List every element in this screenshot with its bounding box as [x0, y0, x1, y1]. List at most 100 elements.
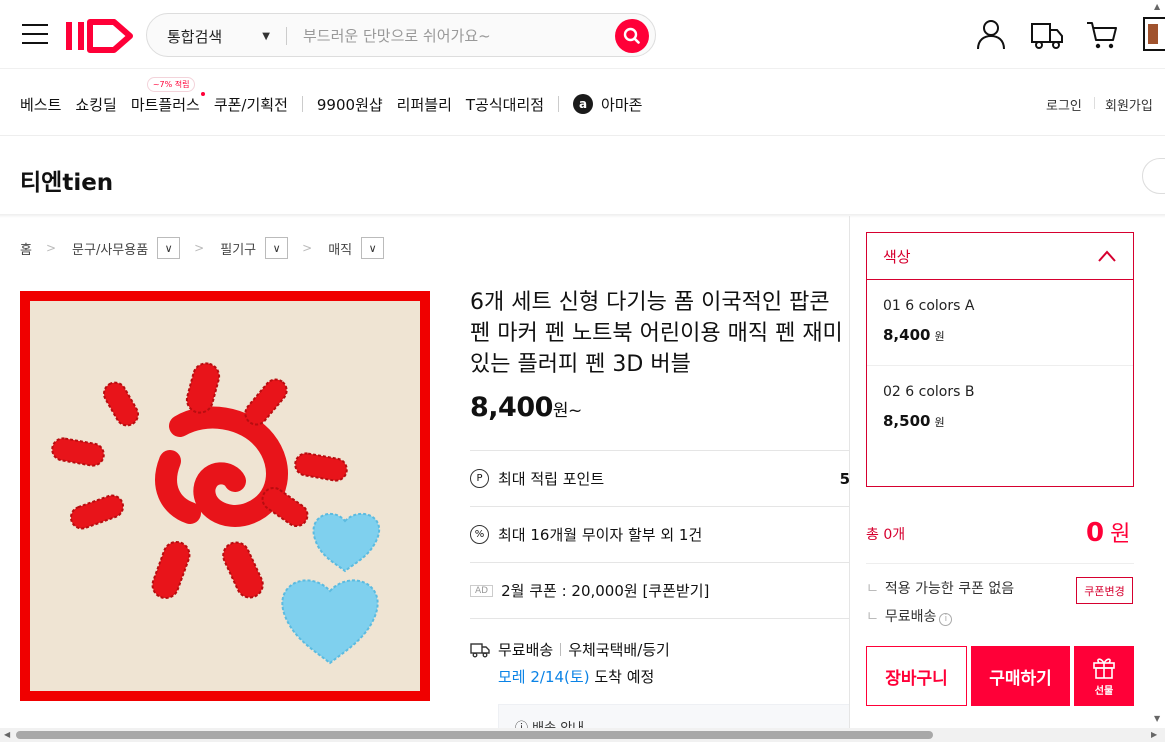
- scroll-left-arrow-icon[interactable]: ◀: [4, 730, 10, 739]
- divider: [0, 135, 1165, 136]
- recent-item-thumbnail[interactable]: [1142, 16, 1165, 52]
- gift-icon: [1093, 658, 1115, 679]
- total-price: 0원: [1086, 516, 1130, 548]
- coupon-text[interactable]: 2월 쿠폰 : 20,000원 [쿠폰받기]: [501, 580, 709, 601]
- search-button[interactable]: [615, 19, 649, 53]
- scroll-right-arrow-icon[interactable]: ▶: [1151, 730, 1157, 739]
- max-point-label: 최대 적립 포인트: [498, 470, 605, 488]
- search-category-select[interactable]: 통합검색 ▼: [167, 26, 270, 47]
- option-name: 02 6 colors B: [883, 384, 975, 400]
- nav-item-9900-shop[interactable]: 9900원샵: [317, 94, 383, 115]
- scroll-down-arrow-icon[interactable]: ▼: [1154, 714, 1160, 723]
- option-price-unit: 원: [934, 416, 945, 429]
- divider: [0, 68, 1165, 69]
- nav-item-amazon-label: 아마존: [601, 95, 643, 114]
- option-item[interactable]: 01 6 colors A 8,400 원: [867, 280, 1133, 366]
- coupon-change-button[interactable]: 쿠폰변경: [1076, 577, 1133, 604]
- login-link[interactable]: 로그인: [1046, 95, 1082, 114]
- gift-button-label: 선물: [1094, 686, 1114, 697]
- nav-item-coupon[interactable]: 쿠폰/기획전: [214, 94, 288, 115]
- search-category-label: 통합검색: [167, 28, 223, 46]
- divider: [849, 216, 850, 742]
- mart-point-badge: ~7% 적립: [146, 76, 196, 92]
- buy-now-button[interactable]: 구매하기: [971, 646, 1070, 706]
- scrollbar-thumb[interactable]: [16, 731, 933, 739]
- scroll-up-arrow-icon[interactable]: ▲: [1154, 2, 1160, 11]
- truck-icon[interactable]: [1030, 20, 1064, 50]
- price-unit: 원~: [552, 401, 582, 421]
- nav-item-best[interactable]: 베스트: [20, 94, 61, 115]
- breadcrumb-home[interactable]: 홈: [20, 239, 32, 258]
- divider: [0, 214, 1165, 218]
- point-icon: P: [470, 469, 489, 488]
- product-photo: [30, 301, 420, 691]
- nav-divider: [558, 96, 560, 112]
- coupon-status: ㄴ 적용 가능한 쿠폰 없음: [866, 578, 1014, 598]
- chevron-down-icon[interactable]: ∨: [157, 237, 181, 259]
- new-dot: [200, 91, 205, 96]
- option-price-value: 8,500: [883, 412, 931, 430]
- breadcrumb: 홈 > 문구/사무용품 ∨ > 필기구 ∨ > 매직 ∨: [20, 237, 385, 259]
- option-select-box: 색상 01 6 colors A 8,400 원 02 6 colors B 8,…: [866, 232, 1134, 487]
- divider: [866, 563, 1134, 564]
- nav-item-refurbly[interactable]: 리퍼블리: [397, 94, 452, 115]
- ad-tag: AD: [470, 584, 494, 597]
- shipping-free-label: 무료배송: [498, 641, 554, 659]
- product-title: 6개 세트 신형 다기능 폼 이국적인 팝콘 펜 마커 펜 노트북 어린이용 매…: [470, 290, 843, 377]
- chevron-down-icon[interactable]: ∨: [265, 237, 289, 259]
- info-icon[interactable]: i: [939, 612, 953, 626]
- breadcrumb-level1[interactable]: 문구/사무용품: [72, 239, 148, 258]
- cart-icon[interactable]: [1086, 20, 1118, 50]
- breadcrumb-level3[interactable]: 매직: [328, 239, 352, 258]
- chevron-right-icon: >: [194, 241, 205, 255]
- search-input[interactable]: [303, 23, 603, 49]
- divider: [560, 643, 562, 656]
- chevron-up-icon: [1098, 250, 1116, 262]
- nav-item-mart-plus[interactable]: 마트플러스 ~7% 적립: [130, 76, 205, 115]
- option-header[interactable]: 색상: [867, 233, 1133, 280]
- nav-item-mart-plus-label: 마트플러스: [130, 95, 200, 114]
- shipping-method-line: 무료배송 우체국택배/등기: [470, 639, 850, 660]
- gift-button[interactable]: 선물: [1074, 646, 1134, 706]
- total-price-unit: 원: [1110, 522, 1131, 547]
- user-icon[interactable]: [976, 18, 1006, 50]
- installment-label: 최대 16개월 무이자 할부 외 1건: [498, 526, 703, 544]
- nav-item-amazon[interactable]: a 아마존: [573, 94, 642, 115]
- total-count: 총 0개: [866, 527, 906, 543]
- option-name: 01 6 colors A: [883, 298, 975, 314]
- option-item[interactable]: 02 6 colors B 8,500 원: [867, 366, 1133, 452]
- chevron-right-icon: >: [302, 241, 313, 255]
- signup-link[interactable]: 회원가입: [1105, 95, 1153, 114]
- free-shipping-status: ㄴ 무료배송 i: [866, 606, 953, 626]
- add-to-cart-button[interactable]: 장바구니: [866, 646, 967, 706]
- free-shipping-label: 무료배송: [884, 609, 937, 625]
- chevron-right-icon: >: [45, 241, 57, 255]
- coupon-row[interactable]: AD 2월 쿠폰 : 20,000원 [쿠폰받기]: [470, 562, 850, 618]
- store-action-button[interactable]: [1142, 158, 1165, 194]
- arrival-suffix: 도착 예정: [594, 668, 655, 686]
- coupon-none-label: 적용 가능한 쿠폰 없음: [884, 581, 1015, 597]
- product-price: 8,400원~: [470, 392, 582, 423]
- max-point-row: P 최대 적립 포인트 5: [470, 450, 850, 506]
- main-nav: 베스트 쇼킹딜 마트플러스 ~7% 적립 쿠폰/기획전 9900원샵 리퍼블리 …: [20, 76, 656, 118]
- price-value: 8,400: [470, 392, 553, 423]
- search-bar: 통합검색 ▼: [146, 13, 656, 57]
- chevron-down-icon[interactable]: ∨: [361, 237, 385, 259]
- 11st-logo[interactable]: [64, 18, 136, 54]
- arrival-line: 모레 2/14(토) 도착 예정: [498, 666, 850, 687]
- nav-item-shocking-deal[interactable]: 쇼킹딜: [75, 94, 116, 115]
- product-image[interactable]: [20, 291, 430, 701]
- percent-icon: %: [470, 525, 489, 544]
- store-name[interactable]: 티엔tien: [20, 163, 113, 197]
- option-price-unit: 원: [934, 330, 945, 343]
- shipping-info: 무료배송 우체국택배/등기 모레 2/14(토) 도착 예정: [470, 618, 850, 687]
- hamburger-menu-icon[interactable]: [22, 24, 48, 46]
- breadcrumb-level2[interactable]: 필기구: [220, 239, 256, 258]
- shipping-method: 우체국택배/등기: [568, 641, 670, 659]
- amazon-logo-icon: a: [573, 94, 594, 114]
- nav-item-t-official[interactable]: T공식대리점: [466, 94, 544, 115]
- search-divider: [286, 27, 287, 45]
- sub-mark: ㄴ: [866, 609, 879, 625]
- installment-row[interactable]: % 최대 16개월 무이자 할부 외 1건: [470, 506, 850, 562]
- delivery-icon: [470, 642, 490, 657]
